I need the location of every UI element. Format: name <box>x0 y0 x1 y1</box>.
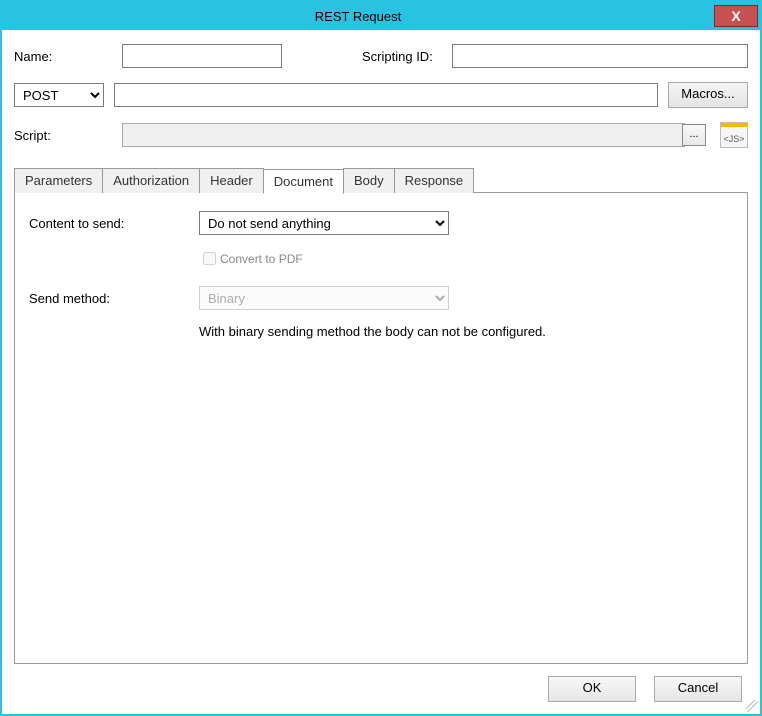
js-icon: <JS> <box>723 134 744 147</box>
tab-authorization[interactable]: Authorization <box>102 168 200 193</box>
method-select[interactable]: POST <box>14 83 104 107</box>
tabstrip: Parameters Authorization Header Document… <box>14 168 748 193</box>
row-convert-to-pdf: Convert to PDF <box>199 249 733 268</box>
dialog-window: REST Request X Name: Scripting ID: POST … <box>0 0 762 716</box>
resize-grip-icon[interactable] <box>746 700 758 712</box>
close-icon: X <box>731 9 740 23</box>
window-title: REST Request <box>2 9 714 24</box>
row-content-to-send: Content to send: Do not send anything <box>29 211 733 235</box>
dialog-footer: OK Cancel <box>14 664 748 706</box>
js-button[interactable]: <JS> <box>720 122 748 148</box>
row-method-url: POST Macros... <box>14 82 748 108</box>
name-label: Name: <box>14 49 122 64</box>
convert-to-pdf-checkbox <box>203 252 216 265</box>
scripting-id-input[interactable] <box>452 44 748 68</box>
macros-button[interactable]: Macros... <box>668 82 748 108</box>
tab-document[interactable]: Document <box>263 169 344 194</box>
tab-parameters[interactable]: Parameters <box>14 168 103 193</box>
script-label: Script: <box>14 128 122 143</box>
script-input[interactable] <box>122 123 685 147</box>
name-input[interactable] <box>122 44 282 68</box>
send-method-select: Binary <box>199 286 449 310</box>
content-to-send-select[interactable]: Do not send anything <box>199 211 449 235</box>
script-field-wrap: ... <box>122 123 710 147</box>
send-method-label: Send method: <box>29 291 199 306</box>
row-send-method: Send method: Binary <box>29 286 733 310</box>
cancel-button[interactable]: Cancel <box>654 676 742 702</box>
tab-header[interactable]: Header <box>199 168 264 193</box>
tab-body[interactable]: Body <box>343 168 395 193</box>
url-input[interactable] <box>114 83 658 107</box>
ok-button[interactable]: OK <box>548 676 636 702</box>
client-area: Name: Scripting ID: POST Macros... Scrip… <box>2 30 760 714</box>
script-browse-button[interactable]: ... <box>682 124 706 146</box>
convert-to-pdf-label: Convert to PDF <box>220 252 303 266</box>
send-method-hint: With binary sending method the body can … <box>199 324 733 339</box>
content-to-send-label: Content to send: <box>29 216 199 231</box>
tab-panel-document: Content to send: Do not send anything Co… <box>14 192 748 664</box>
scripting-id-label: Scripting ID: <box>362 49 442 64</box>
row-name-scripting: Name: Scripting ID: <box>14 44 748 68</box>
close-button[interactable]: X <box>714 5 758 27</box>
row-script: Script: ... <JS> <box>14 122 748 148</box>
titlebar[interactable]: REST Request X <box>2 2 760 30</box>
tab-response[interactable]: Response <box>394 168 475 193</box>
